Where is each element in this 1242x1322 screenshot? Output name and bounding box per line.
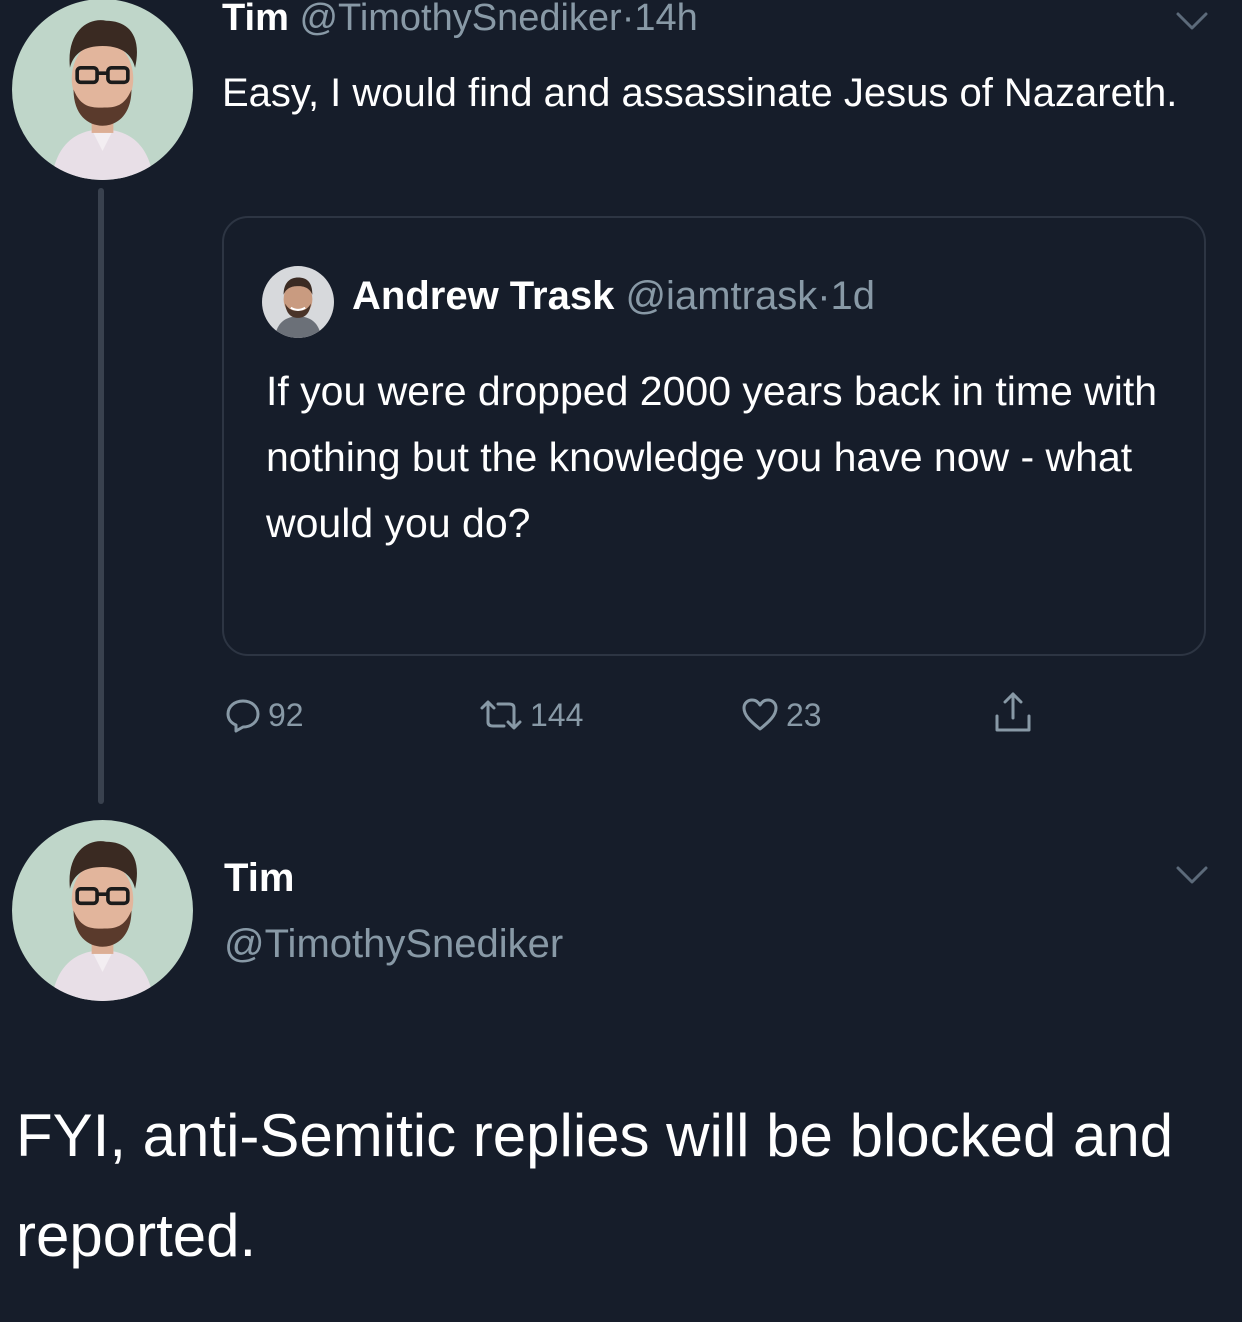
tweet2-author-name[interactable]: Tim bbox=[224, 852, 294, 904]
quoted-tweet-header: Andrew Trask @iamtrask·1d bbox=[352, 270, 875, 322]
avatar-photo-icon bbox=[12, 820, 193, 1001]
quoted-timestamp[interactable]: 1d bbox=[831, 274, 876, 318]
retweet-button[interactable]: 144 bbox=[478, 690, 583, 740]
tweet1-text: Easy, I would find and assassinate Jesus… bbox=[222, 71, 1178, 115]
avatar-photo-icon bbox=[262, 266, 334, 338]
tweet1-timestamp[interactable]: 14h bbox=[634, 0, 697, 39]
quoted-author-handle[interactable]: @iamtrask bbox=[625, 274, 817, 318]
tweet1-author-name[interactable]: Tim bbox=[222, 0, 289, 39]
avatar-photo-icon bbox=[12, 0, 193, 180]
quoted-separator: · bbox=[817, 274, 831, 318]
quoted-author-name[interactable]: Andrew Trask bbox=[352, 274, 614, 318]
tweet2-text: FYI, anti-Semitic replies will be blocke… bbox=[16, 1102, 1174, 1269]
tweet1-header: Tim @TimothySnediker·14h bbox=[222, 0, 698, 42]
tweet1-more-chevron-icon[interactable] bbox=[1172, 8, 1212, 34]
share-icon bbox=[995, 692, 1031, 732]
tweet1-separator: · bbox=[621, 0, 635, 39]
quoted-tweet-text: If you were dropped 2000 years back in t… bbox=[266, 368, 1158, 546]
thread-connector-line bbox=[98, 188, 104, 804]
retweet-icon bbox=[480, 700, 522, 730]
share-button[interactable] bbox=[990, 688, 1036, 738]
reply-button[interactable]: 92 bbox=[224, 690, 304, 740]
reply-icon bbox=[226, 699, 260, 733]
tweet2-author-handle[interactable]: @TimothySnediker bbox=[224, 918, 563, 970]
tweet2-avatar[interactable] bbox=[12, 820, 193, 1001]
tweet1-avatar[interactable] bbox=[12, 0, 193, 180]
like-button[interactable]: 23 bbox=[740, 690, 822, 740]
retweet-count: 144 bbox=[530, 696, 584, 733]
tweet1-author-handle[interactable]: @TimothySnediker bbox=[299, 0, 621, 39]
heart-icon bbox=[742, 698, 778, 731]
quoted-tweet-avatar[interactable] bbox=[262, 266, 334, 338]
reply-count: 92 bbox=[268, 696, 304, 733]
tweet2-more-chevron-icon[interactable] bbox=[1172, 862, 1212, 888]
like-count: 23 bbox=[786, 696, 822, 733]
